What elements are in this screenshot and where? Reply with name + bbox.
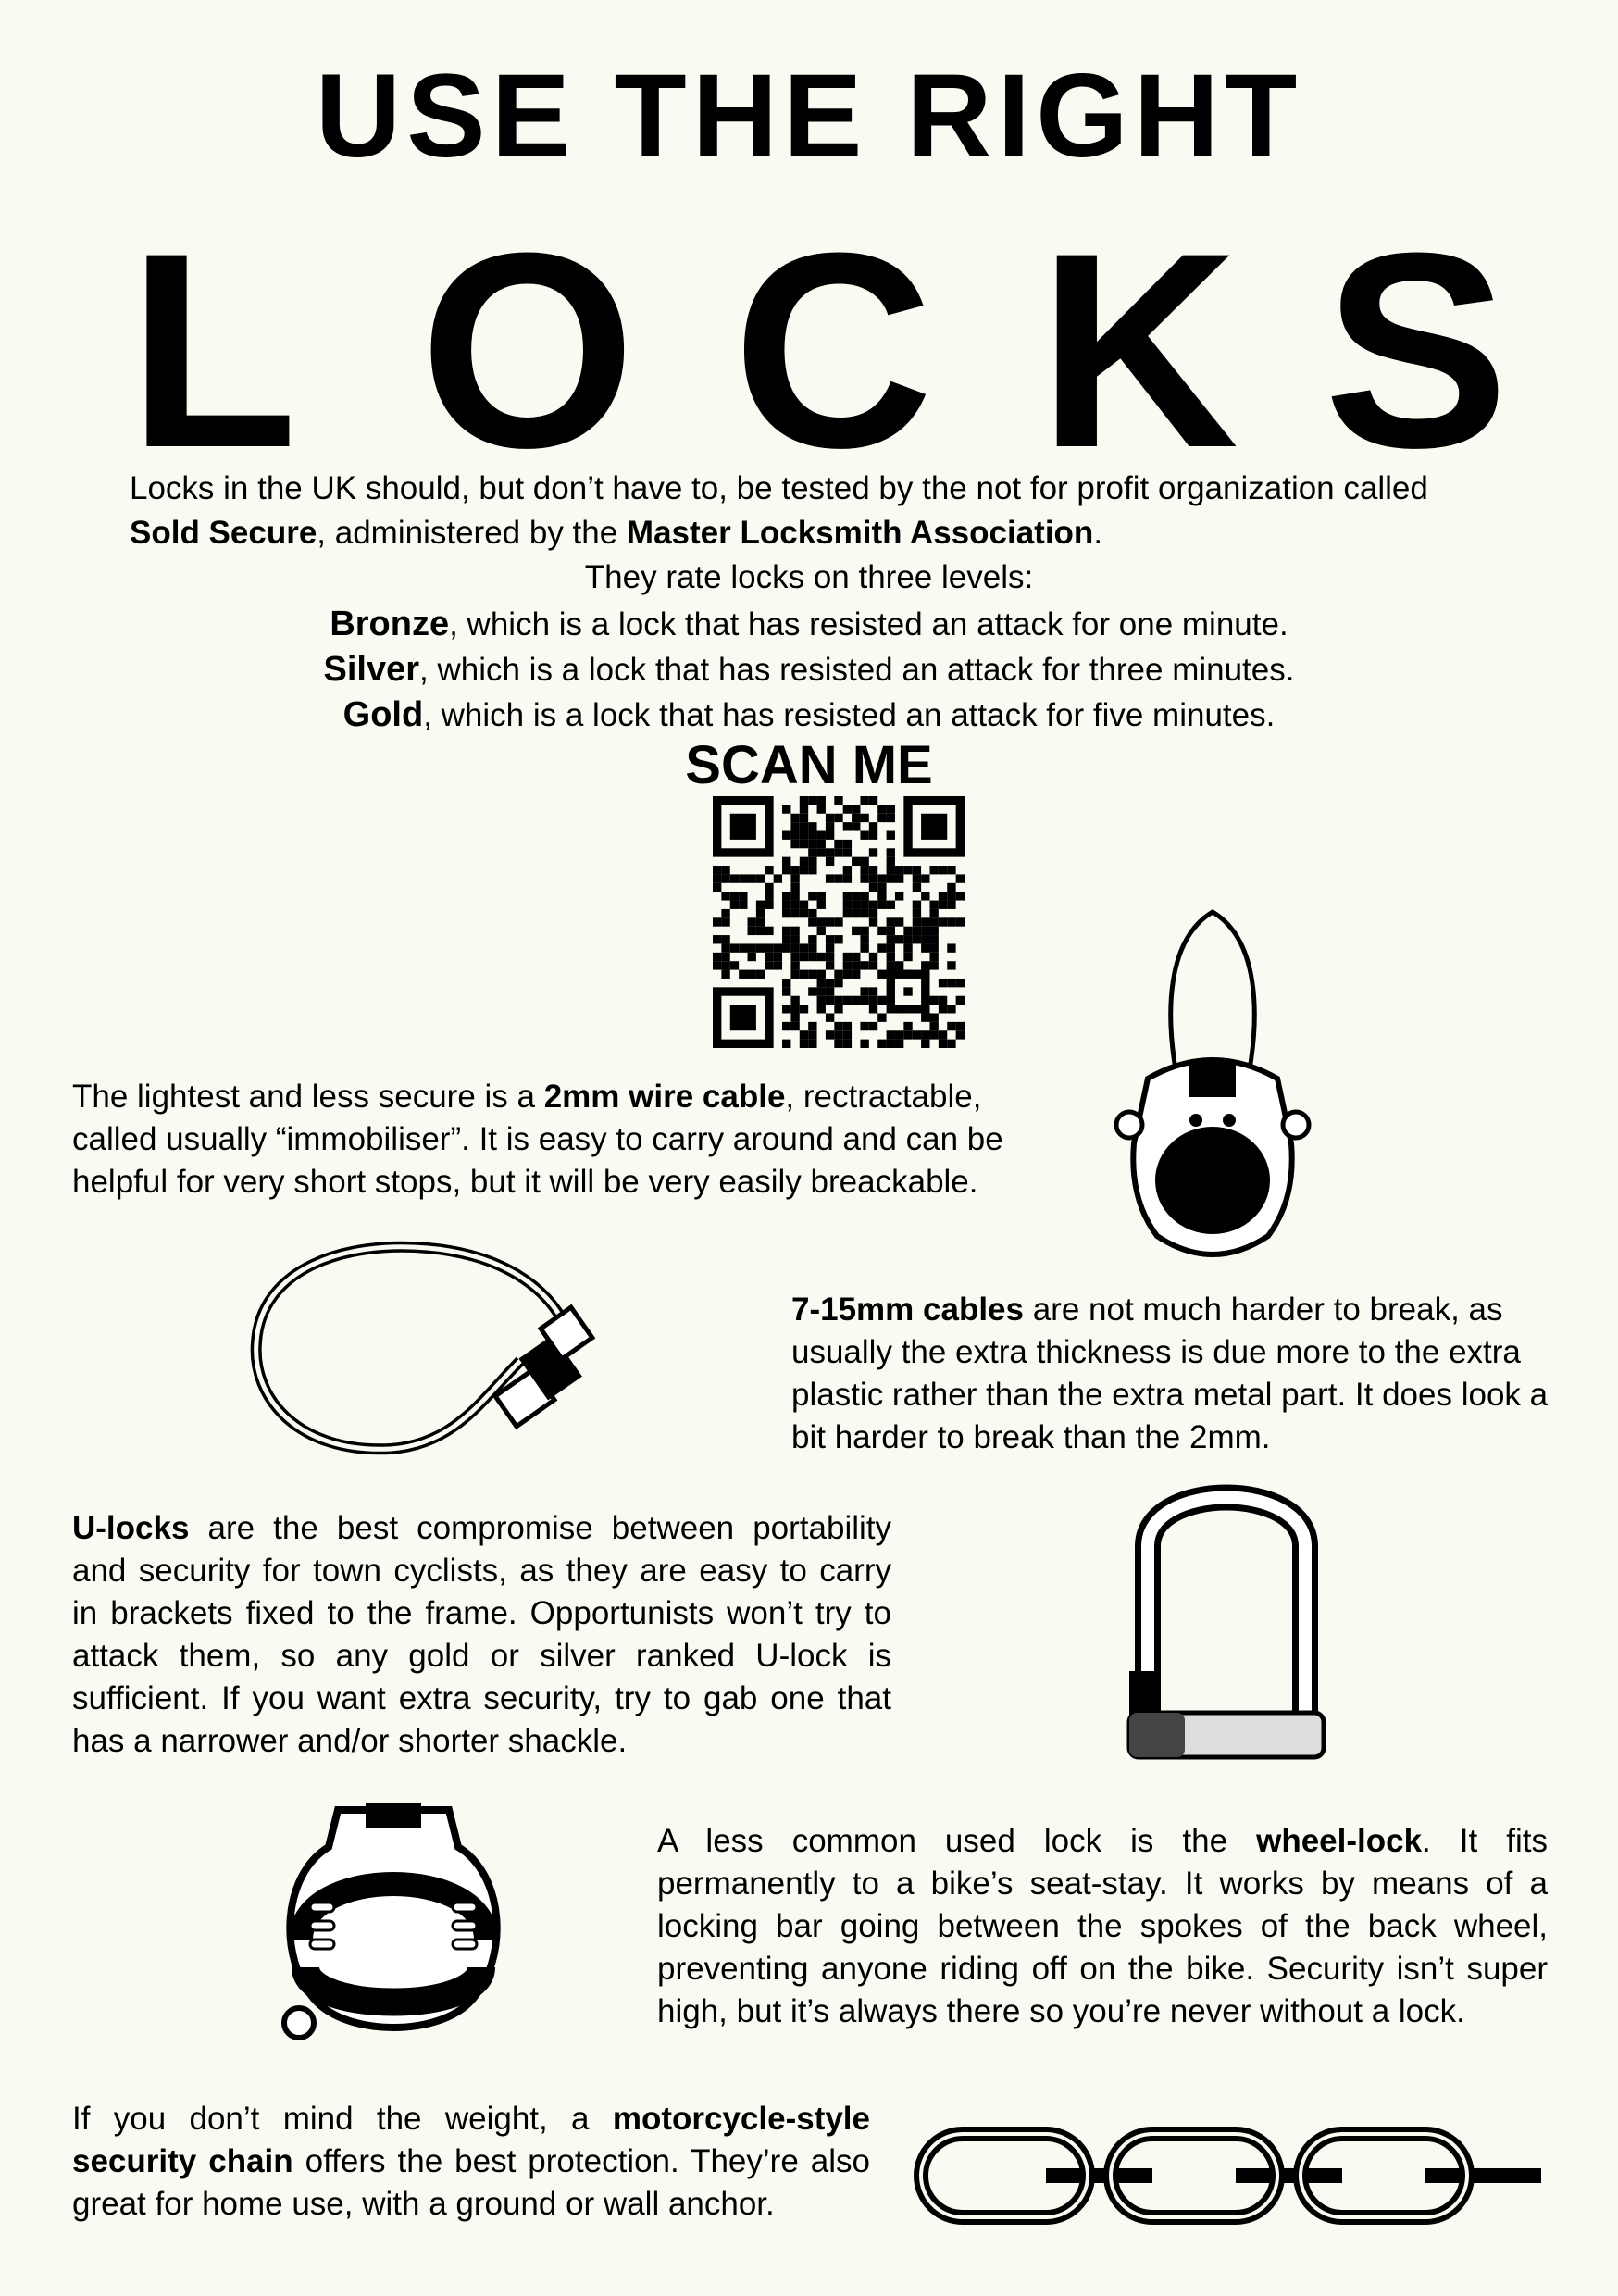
locks-letter-l: L (128, 194, 298, 505)
level-silver: Silver, which is a lock that has resiste… (74, 647, 1544, 693)
intro-line-1-text: Locks in the UK should, but don’t have t… (130, 470, 1428, 506)
level-silver-name: Silver (323, 650, 420, 689)
wheel-lock-section: A less common used lock is the wheel-loc… (657, 1820, 1548, 2033)
retractable-wire-lock-icon (1114, 909, 1312, 1257)
locks-letter-c: C (732, 194, 934, 505)
locks-letter-k: K (1038, 194, 1239, 505)
wheel-text-bold: wheel-lock (1256, 1823, 1423, 1859)
wheel-lock-icon (281, 1803, 501, 2040)
wire-text-bold: 2mm wire cable (543, 1079, 786, 1115)
level-gold: Gold, which is a lock that has resisted … (74, 693, 1544, 738)
level-gold-desc: , which is a lock that has resisted an a… (423, 697, 1276, 733)
chain-text-pre: If you don’t mind the weight, a (72, 2101, 613, 2137)
intro-period: . (1093, 515, 1103, 551)
level-gold-name: Gold (342, 695, 424, 734)
wire-cable-section: The lightest and less secure is a 2mm wi… (72, 1076, 1063, 1204)
intro-line-1: Locks in the UK should, but don’t have t… (74, 467, 1544, 511)
security-chain-icon (914, 2127, 1541, 2225)
intro-administered-text: , administered by the (317, 515, 627, 551)
chain-section: If you don’t mind the weight, a motorcyc… (72, 2098, 870, 2226)
wire-text-pre: The lightest and less secure is a (72, 1079, 544, 1115)
cable-lock-icon (250, 1241, 596, 1455)
level-silver-desc: , which is a lock that has resisted an a… (419, 652, 1295, 688)
level-bronze-desc: , which is a lock that has resisted an a… (449, 606, 1288, 643)
ulock-text-bold: U-locks (72, 1510, 190, 1546)
rating-intro: They rate locks on three levels: (74, 555, 1544, 600)
intro-text: Locks in the UK should, but don’t have t… (74, 467, 1544, 738)
u-lock-icon (1126, 1484, 1326, 1760)
ulock-text-post: are the best compromise between portabil… (72, 1510, 891, 1759)
u-lock-section: U-locks are the best compromise between … (72, 1507, 891, 1763)
scan-me-label: SCAN ME (685, 735, 933, 795)
cable-text-bold: 7-15mm cables (791, 1292, 1024, 1328)
headline: USE THE RIGHT (315, 50, 1303, 182)
level-bronze: Bronze, which is a lock that has resiste… (74, 602, 1544, 647)
wheel-text-pre: A less common used lock is the (657, 1823, 1257, 1859)
level-bronze-name: Bronze (330, 605, 450, 643)
locks-letter-o: O (419, 194, 636, 505)
master-locksmith-name: Master Locksmith Association (626, 515, 1094, 551)
rating-intro-text: They rate locks on three levels: (584, 559, 1034, 595)
locks-letter-s: S (1323, 194, 1510, 505)
intro-line-2: Sold Secure, administered by the Master … (74, 511, 1544, 555)
thick-cable-section: 7-15mm cables are not much harder to bre… (791, 1289, 1550, 1459)
qr-code[interactable] (713, 796, 965, 1048)
sold-secure-name: Sold Secure (130, 515, 317, 551)
